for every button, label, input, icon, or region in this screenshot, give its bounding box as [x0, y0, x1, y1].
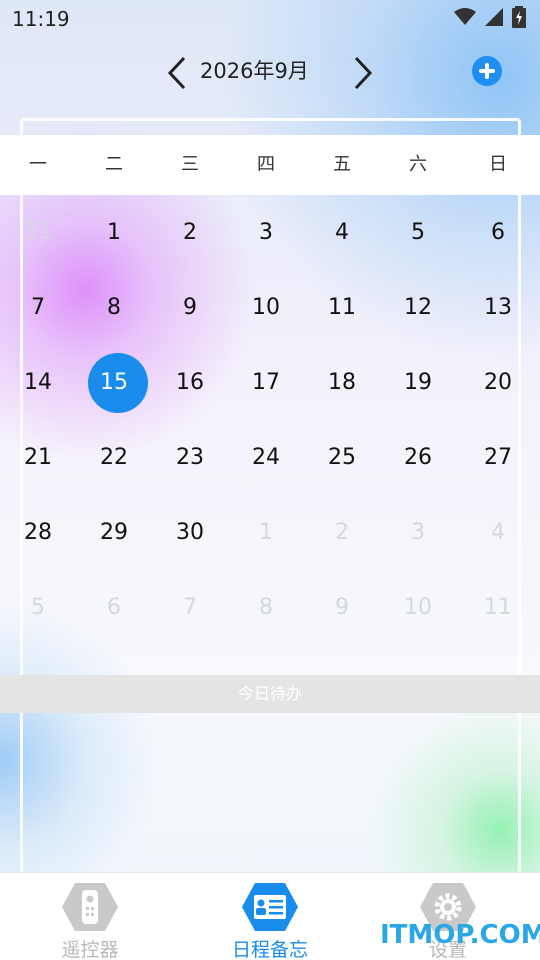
calendar-week-row: 28 29 30 1 2 3 4: [0, 495, 540, 570]
signal-icon: [485, 8, 503, 26]
calendar-header: 2026年9月: [0, 45, 540, 101]
calendar-day[interactable]: 8: [76, 270, 152, 345]
calendar-day[interactable]: 27: [456, 420, 540, 495]
weekday-label: 二: [105, 154, 123, 175]
calendar-day[interactable]: 9: [304, 570, 380, 645]
chevron-left-icon[interactable]: [162, 53, 194, 93]
status-time: 11:19: [12, 7, 70, 31]
calendar-day[interactable]: 30: [152, 495, 228, 570]
calendar-day[interactable]: 5: [0, 570, 76, 645]
wifi-icon: [454, 8, 476, 25]
weekday-label: 六: [409, 154, 427, 175]
calendar-day[interactable]: 4: [456, 495, 540, 570]
calendar-day[interactable]: 3: [228, 195, 304, 270]
calendar-day[interactable]: 9: [152, 270, 228, 345]
weekday-header: 一二三四五六日: [0, 135, 540, 195]
calendar-day[interactable]: 2: [304, 495, 380, 570]
month-title: 2026年9月: [200, 59, 309, 83]
calendar-day[interactable]: 7: [0, 270, 76, 345]
schedule-icon: [242, 883, 298, 931]
calendar-day[interactable]: 16: [152, 345, 228, 420]
calendar-day[interactable]: 6: [76, 570, 152, 645]
weekday-label: 日: [489, 154, 507, 175]
calendar-day[interactable]: 1: [228, 495, 304, 570]
calendar-grid: 31 1 2 3 4 5 6 7 8 9 10 11 12 13 14 15 16 17 18 19 20 21 22 23 2…: [0, 195, 540, 645]
calendar-day[interactable]: 4: [304, 195, 380, 270]
calendar-day[interactable]: 26: [380, 420, 456, 495]
calendar-day[interactable]: 10: [380, 570, 456, 645]
calendar-day[interactable]: 22: [76, 420, 152, 495]
calendar-day[interactable]: 13: [456, 270, 540, 345]
calendar-day[interactable]: 25: [304, 420, 380, 495]
weekday-label: 四: [257, 154, 275, 175]
calendar-day[interactable]: 11: [456, 570, 540, 645]
calendar-day[interactable]: 2: [152, 195, 228, 270]
chevron-right-icon[interactable]: [346, 53, 378, 93]
calendar-day-selected[interactable]: 15: [76, 345, 152, 420]
add-event-button[interactable]: [472, 56, 502, 86]
tab-schedule-label: 日程备忘: [231, 939, 308, 960]
tab-remote[interactable]: 遥控器: [30, 879, 150, 960]
calendar-day[interactable]: 21: [0, 420, 76, 495]
calendar-day[interactable]: 3: [380, 495, 456, 570]
tab-remote-label: 遥控器: [61, 939, 119, 960]
status-icons: [454, 6, 526, 28]
calendar-day[interactable]: 12: [380, 270, 456, 345]
battery-icon: [512, 6, 526, 28]
status-bar: 11:19: [0, 0, 540, 38]
calendar-day[interactable]: 1: [76, 195, 152, 270]
calendar-week-row: 5 6 7 8 9 10 11: [0, 570, 540, 645]
calendar-week-row: 31 1 2 3 4 5 6: [0, 195, 540, 270]
watermark: ITMOP.COM: [380, 920, 540, 950]
calendar-day[interactable]: 6: [456, 195, 540, 270]
calendar-week-row: 14 15 16 17 18 19 20: [0, 345, 540, 420]
weekday-label: 一: [29, 154, 47, 175]
remote-icon: [62, 883, 118, 931]
tab-schedule[interactable]: 日程备忘: [210, 879, 330, 960]
calendar-day[interactable]: 20: [456, 345, 540, 420]
today-todo-header: 今日待办: [0, 675, 540, 713]
calendar-day[interactable]: 8: [228, 570, 304, 645]
calendar-day[interactable]: 7: [152, 570, 228, 645]
calendar-day[interactable]: 19: [380, 345, 456, 420]
calendar-day[interactable]: 10: [228, 270, 304, 345]
weekday-label: 五: [333, 154, 351, 175]
calendar-week-row: 7 8 9 10 11 12 13: [0, 270, 540, 345]
calendar-day[interactable]: 29: [76, 495, 152, 570]
calendar-day[interactable]: 23: [152, 420, 228, 495]
calendar-day[interactable]: 18: [304, 345, 380, 420]
calendar-day[interactable]: 24: [228, 420, 304, 495]
calendar-week-row: 21 22 23 24 25 26 27: [0, 420, 540, 495]
calendar-day[interactable]: 5: [380, 195, 456, 270]
calendar-day[interactable]: 28: [0, 495, 76, 570]
calendar-day[interactable]: 17: [228, 345, 304, 420]
calendar-day[interactable]: 11: [304, 270, 380, 345]
weekday-label: 三: [181, 154, 199, 175]
calendar-day[interactable]: 31: [0, 195, 76, 270]
calendar-day[interactable]: 14: [0, 345, 76, 420]
